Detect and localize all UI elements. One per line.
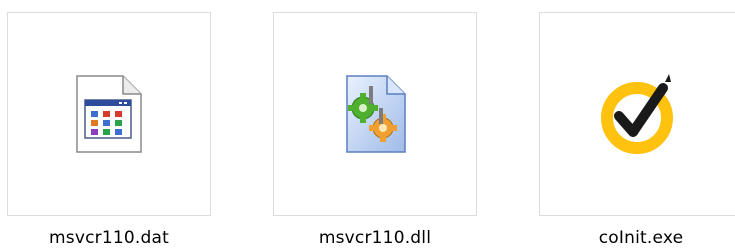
file-name-label[interactable]: msvcr110.dat: [0, 228, 231, 248]
file-name-label[interactable]: msvcr110.dll: [253, 228, 497, 248]
file-thumbnail[interactable]: [7, 12, 211, 216]
file-item-coinit-exe[interactable]: coInit.exe: [539, 12, 735, 251]
generic-application-file-icon: [76, 75, 142, 153]
file-thumbnail[interactable]: [273, 12, 477, 216]
file-item-msvcr110-dll[interactable]: msvcr110.dll: [273, 12, 477, 251]
file-item-msvcr110-dat[interactable]: msvcr110.dat: [7, 12, 211, 251]
dll-gears-file-icon: [346, 75, 406, 153]
file-name-label[interactable]: coInit.exe: [519, 228, 735, 248]
file-thumbnail[interactable]: [539, 12, 735, 216]
norton-checkmark-icon: [601, 74, 673, 154]
